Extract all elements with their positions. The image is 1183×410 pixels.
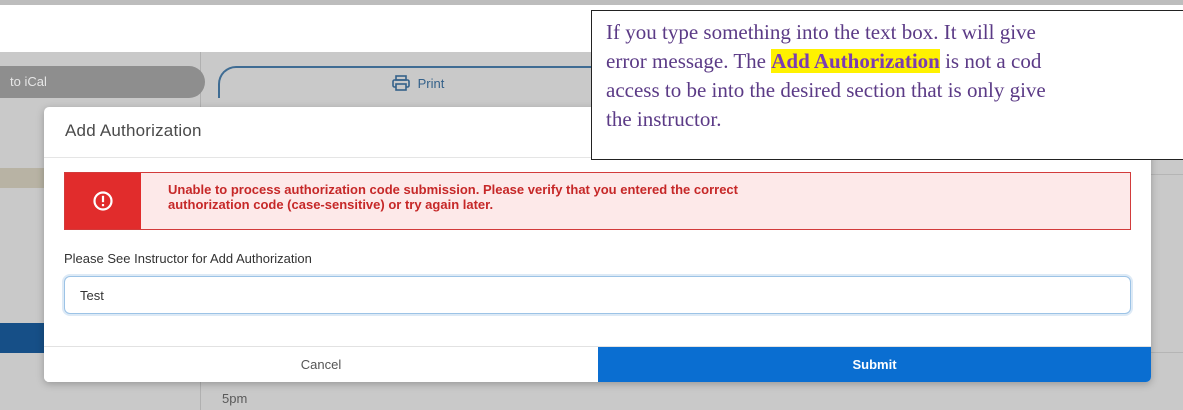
error-message-line: authorization code (case-sensitive) or t… <box>168 197 494 212</box>
dialog-title: Add Authorization <box>65 121 202 140</box>
exclamation-circle-icon <box>93 191 113 211</box>
annotation-highlight: Add Authorization <box>771 49 940 73</box>
export-ical-button[interactable]: to iCal <box>0 66 205 98</box>
error-alert: Unable to process authorization code sub… <box>64 172 1131 230</box>
print-button[interactable]: Print <box>218 66 618 98</box>
cancel-button[interactable]: Cancel <box>44 347 598 382</box>
annotation-text: error message. The <box>606 49 772 73</box>
annotation-line: If you type something into the text box.… <box>606 20 1036 44</box>
error-message-line: Unable to process authorization code sub… <box>168 182 738 197</box>
export-ical-label: to iCal <box>10 74 47 89</box>
background-blue-block <box>0 323 45 353</box>
screen: to iCal Print 5pm Add Authorization Unab… <box>0 0 1183 410</box>
annotation-line: the instructor. <box>606 107 722 131</box>
authorization-field-label: Please See Instructor for Add Authorizat… <box>64 251 312 266</box>
annotation-callout: If you type something into the text box.… <box>591 10 1183 160</box>
background-band <box>0 168 45 188</box>
error-message: Unable to process authorization code sub… <box>141 173 738 229</box>
authorization-code-input[interactable] <box>64 276 1131 314</box>
printer-icon <box>391 75 410 91</box>
annotation-line: access to be into the desired section th… <box>606 78 1046 102</box>
alert-icon-box <box>65 173 141 229</box>
print-label: Print <box>417 75 445 91</box>
submit-button[interactable]: Submit <box>598 347 1151 382</box>
annotation-text: is not a cod <box>939 49 1042 73</box>
annotation-line: error message. The Add Authorization is … <box>606 47 1183 76</box>
time-label: 5pm <box>222 391 248 406</box>
